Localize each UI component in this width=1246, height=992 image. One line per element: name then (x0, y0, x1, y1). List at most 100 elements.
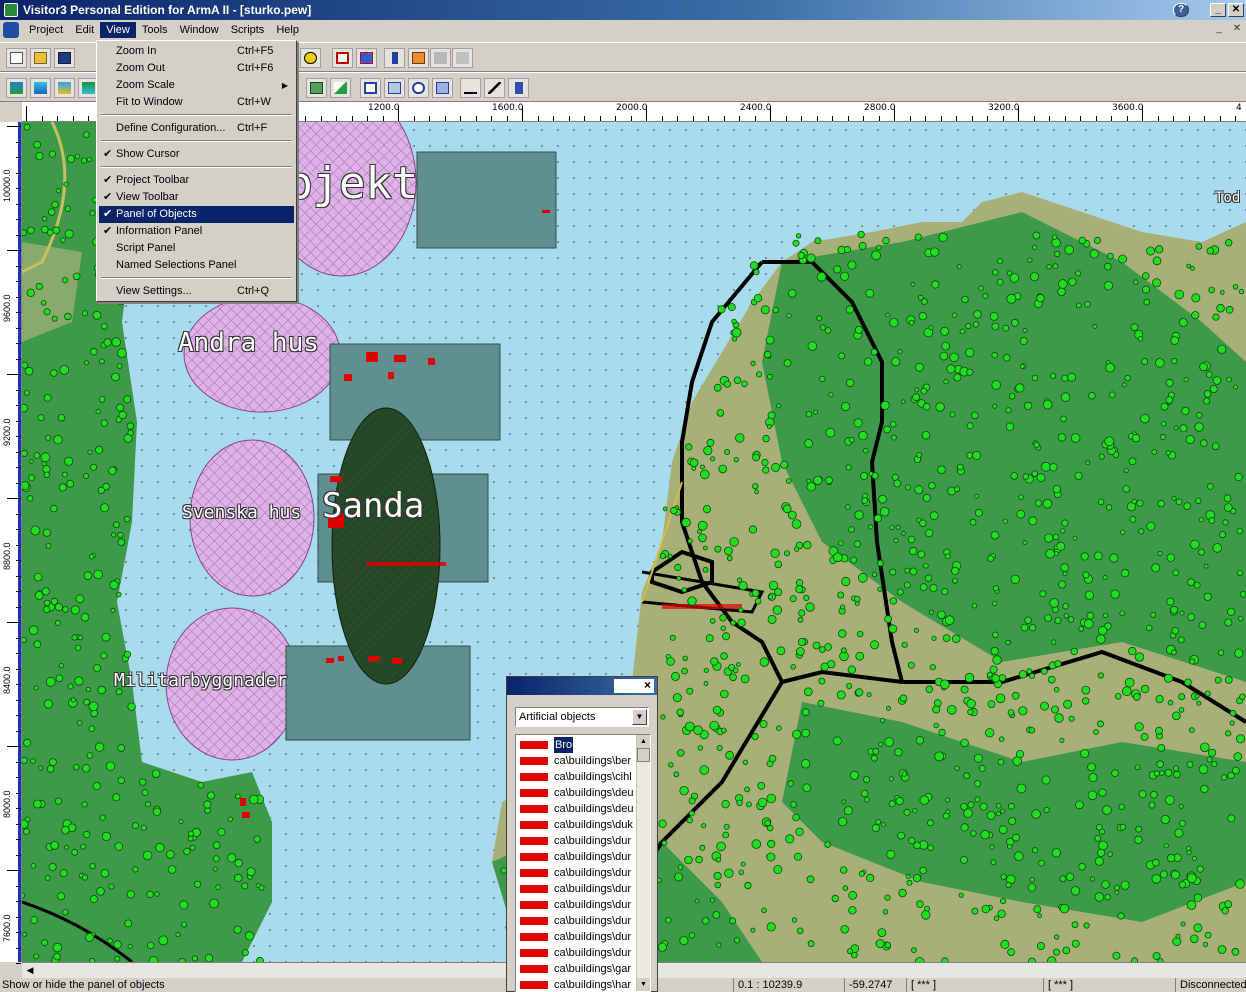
grid-view-button[interactable] (306, 78, 327, 98)
tree-marker (1016, 509, 1026, 519)
list-item[interactable]: ca\buildings\dur (518, 865, 638, 881)
tree-marker (1173, 770, 1181, 779)
select-circle-button[interactable] (408, 78, 429, 98)
menu-item-view-settings[interactable]: View Settings... Ctrl+Q (99, 283, 294, 300)
list-scrollbar[interactable]: ▲ ▼ (636, 735, 650, 991)
tree-marker (1075, 270, 1082, 277)
mdi-minimize-icon[interactable]: _ (1212, 23, 1226, 36)
ruler-label: 2000.0 (616, 103, 648, 113)
tree-marker (712, 705, 722, 715)
tree-marker (74, 644, 82, 651)
list-item[interactable]: ca\buildings\dur (518, 929, 638, 945)
list-item[interactable]: ca\buildings\dur (518, 945, 638, 961)
menu-item-named-selections-panel[interactable]: Named Selections Panel (99, 257, 294, 274)
scroll-up-icon[interactable]: ▲ (637, 735, 650, 748)
menu-scripts[interactable]: Scripts (225, 22, 271, 38)
tree-marker (1164, 768, 1173, 777)
list-item[interactable]: ca\buildings\ber (518, 753, 638, 769)
select-area-button[interactable] (384, 78, 405, 98)
mdi-close-icon[interactable]: ✕ (1230, 23, 1244, 36)
list-item[interactable]: Bro (518, 737, 638, 753)
document-icon[interactable] (3, 22, 19, 38)
relief-view-button[interactable] (54, 78, 75, 98)
tree-marker (729, 537, 739, 547)
tree-marker (915, 362, 924, 372)
list-item[interactable]: ca\buildings\deu (518, 801, 638, 817)
list-item[interactable]: ca\buildings\dur (518, 881, 638, 897)
scroll-thumb[interactable] (637, 748, 650, 762)
tree-marker (1178, 693, 1186, 701)
list-item[interactable]: ca\buildings\dur (518, 913, 638, 929)
terrain-edit-button[interactable] (484, 78, 505, 98)
lock-icon-button[interactable] (430, 48, 451, 68)
menu-tools[interactable]: Tools (136, 22, 174, 38)
list-item[interactable]: ca\buildings\dur (518, 849, 638, 865)
close-button[interactable]: ✕ (1228, 3, 1244, 17)
tree-marker (151, 769, 161, 779)
menu-item-project-toolbar[interactable]: ✔ Project Toolbar (99, 172, 294, 189)
heightmap-view-button[interactable] (30, 78, 51, 98)
menu-item-zoom-in[interactable]: Zoom In Ctrl+F5 (99, 43, 294, 60)
select-object-button[interactable] (332, 48, 353, 68)
unlock-icon-button[interactable] (452, 48, 473, 68)
panel-close-button[interactable]: × (614, 679, 654, 693)
radiation-icon-button[interactable] (300, 48, 321, 68)
slope-view-button[interactable] (330, 78, 351, 98)
link-objects-button[interactable] (356, 48, 377, 68)
tree-marker (749, 261, 759, 270)
menu-item-view-toolbar[interactable]: ✔ View Toolbar (99, 189, 294, 206)
menu-item-shortcut: Ctrl+W (237, 96, 271, 108)
tree-marker (1046, 263, 1052, 270)
menu-view[interactable]: View (100, 22, 136, 38)
menu-window[interactable]: Window (174, 22, 225, 38)
select-polygon-button[interactable] (432, 78, 453, 98)
tree-marker (1101, 880, 1110, 889)
scroll-left-icon[interactable]: ◀ (22, 963, 38, 978)
new-file-button[interactable] (6, 48, 27, 68)
tree-marker (1045, 548, 1055, 559)
tree-marker (1089, 876, 1096, 882)
open-script-button[interactable] (408, 48, 429, 68)
object-list[interactable]: ▲ ▼ Bro ca\buildings\ber ca\buildings\cihl… (515, 734, 651, 992)
list-item[interactable]: ca\buildings\dur (518, 833, 638, 849)
menu-item-define-configuration[interactable]: Define Configuration... Ctrl+F (99, 120, 294, 137)
panel-title-bar[interactable]: × (507, 677, 657, 695)
chevron-down-icon[interactable]: ▼ (632, 709, 647, 725)
list-item[interactable]: ca\buildings\deu (518, 785, 638, 801)
menu-item-script-panel[interactable]: Script Panel (99, 240, 294, 257)
lock-view-button[interactable] (508, 78, 529, 98)
tree-marker (965, 348, 975, 358)
scroll-down-icon[interactable]: ▼ (637, 978, 650, 991)
list-item[interactable]: ca\buildings\duk (518, 817, 638, 833)
save-button[interactable] (54, 48, 75, 68)
terrain-view-button[interactable] (6, 78, 27, 98)
menu-item-fit-to-window[interactable]: Fit to Window Ctrl+W (99, 94, 294, 111)
tree-marker (881, 822, 886, 827)
menu-item-zoom-out[interactable]: Zoom Out Ctrl+F6 (99, 60, 294, 77)
menu-help[interactable]: Help (270, 22, 305, 38)
tree-marker (88, 701, 99, 712)
minimize-button[interactable]: _ (1210, 3, 1226, 17)
ruler-tick (16, 343, 21, 344)
menu-item-zoom-scale[interactable]: Zoom Scale ▶ (99, 77, 294, 94)
menu-project[interactable]: Project (23, 22, 69, 38)
tree-marker (1047, 675, 1056, 684)
tree-marker (886, 849, 896, 859)
menu-item-show-cursor[interactable]: ✔ Show Cursor (99, 146, 294, 163)
help-icon[interactable]: ? (1173, 3, 1189, 17)
ruler-tick (16, 544, 21, 546)
select-rect-button[interactable] (360, 78, 381, 98)
tree-marker (33, 572, 43, 582)
measure-button[interactable] (460, 78, 481, 98)
tree-marker (1222, 519, 1229, 526)
list-item[interactable]: ca\buildings\dur (518, 897, 638, 913)
menu-edit[interactable]: Edit (69, 22, 100, 38)
object-category-select[interactable]: Artificial objects ▼ (515, 707, 649, 727)
list-item[interactable]: ca\buildings\gar (518, 961, 638, 977)
open-folder-button[interactable] (30, 48, 51, 68)
menu-item-information-panel[interactable]: ✔ Information Panel (99, 223, 294, 240)
info-button[interactable] (384, 48, 405, 68)
list-item[interactable]: ca\buildings\har (518, 977, 638, 991)
menu-item-panel-of-objects[interactable]: ✔ Panel of Objects (99, 206, 294, 223)
list-item[interactable]: ca\buildings\cihl (518, 769, 638, 785)
